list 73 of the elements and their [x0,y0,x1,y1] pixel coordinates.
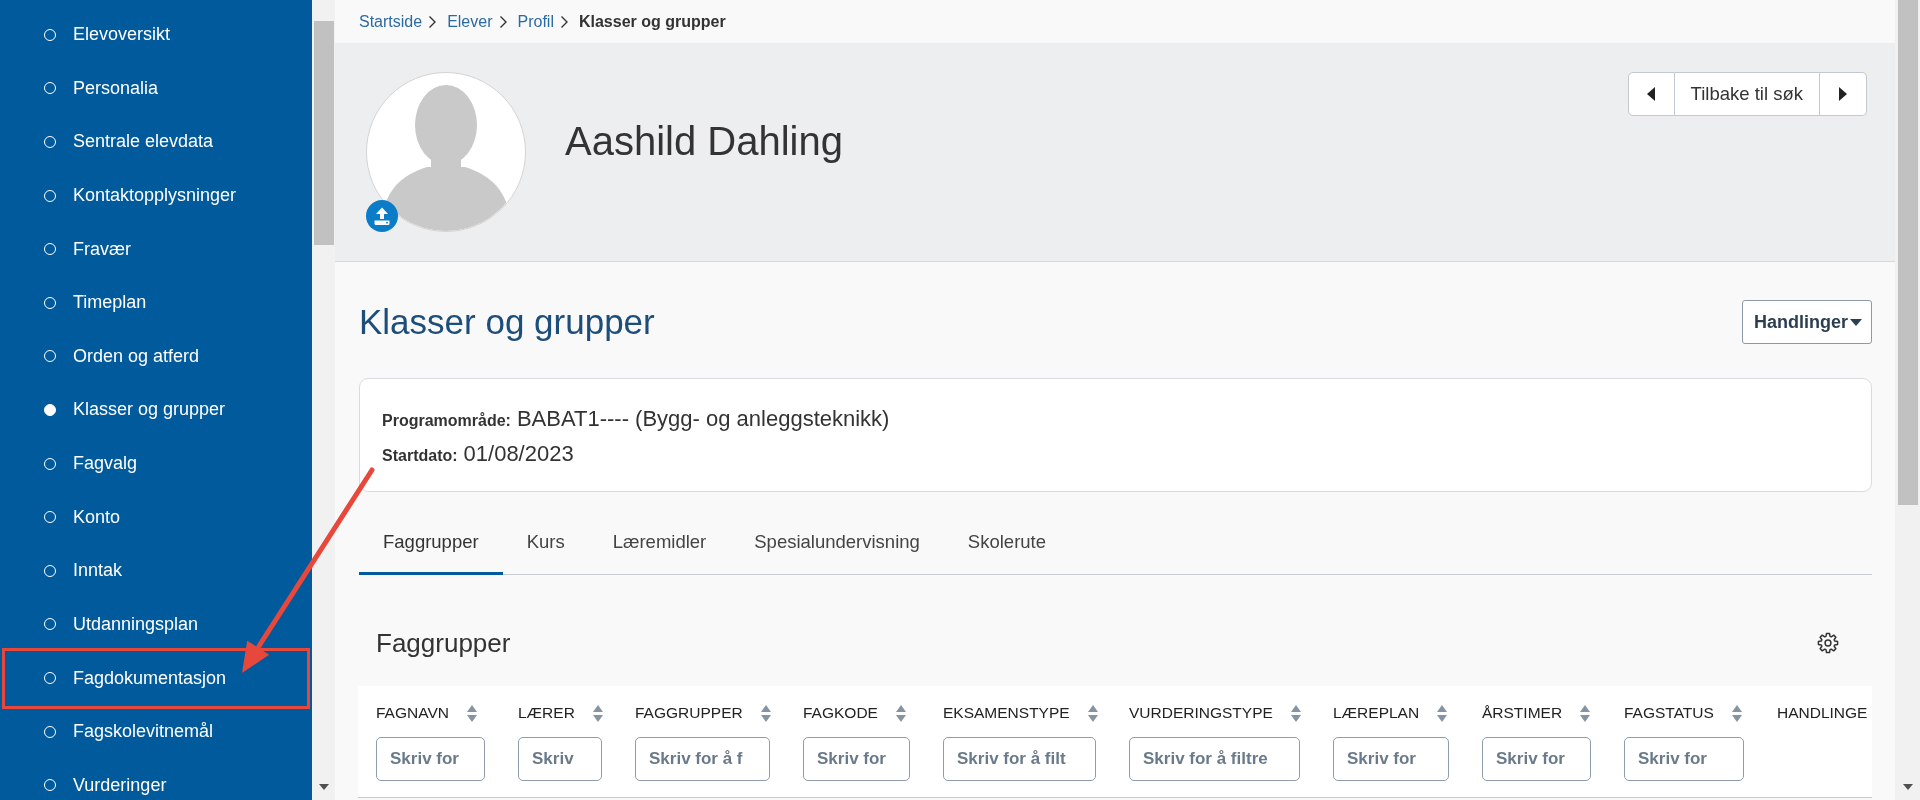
sidebar-item[interactable]: Klasser og grupper [0,383,312,437]
tab[interactable]: Kurs [502,510,589,575]
sort-icon[interactable] [1580,704,1591,722]
tab[interactable]: Faggrupper [359,510,503,575]
column-header: FAGSTATUS [1624,704,1714,722]
sort-icon[interactable] [1290,704,1301,722]
sort-icon[interactable] [760,704,771,722]
sort-icon[interactable] [1437,704,1448,722]
sort-icon[interactable] [1087,704,1098,722]
sidebar-item[interactable]: Kontaktopplysninger [0,168,312,223]
section-title: Faggrupper [376,627,511,659]
info-value: BABAT1---- (Bygg- og anleggsteknikk) [516,405,890,433]
student-name: Aashild Dahling [565,118,843,165]
sidebar-item[interactable]: Inntak [0,543,312,598]
caret-left-icon [1647,87,1656,101]
sidebar-item[interactable]: Sentrale elevdata [0,115,312,169]
tab[interactable]: Læremidler [588,510,731,575]
caret-right-icon [1839,87,1847,101]
scroll-down-icon[interactable] [318,784,329,790]
column-header: FAGGRUPPER [635,704,743,722]
tab[interactable]: Skolerute [943,510,1070,575]
actions-button[interactable]: Handlinger [1742,300,1872,344]
breadcrumb-link[interactable]: Startside [359,12,423,31]
filter-field[interactable]: Skriv for [376,737,485,781]
filter-field[interactable]: Skriv for [1482,737,1591,781]
settings-icon[interactable] [1817,632,1839,654]
sidebar-item[interactable]: Fagvalg [0,436,312,491]
page-title: Klasser og grupper [359,301,655,343]
scroll-down-icon[interactable] [1902,784,1913,790]
sort-icon[interactable] [592,704,603,722]
column-header: HANDLINGE [1777,704,1868,722]
sidebar-item[interactable]: Fravær [0,222,312,276]
filter-field[interactable]: Skriv for å filt [943,737,1096,781]
info-value: 01/08/2023 [463,440,574,468]
column-header: FAGKODE [803,704,878,722]
breadcrumb-link[interactable]: Profil [517,12,554,31]
sort-icon[interactable] [1731,704,1742,722]
sidebar-item[interactable]: Konto [0,490,312,544]
sidebar-item[interactable]: Fagdokumentasjon [2,648,310,709]
column-header: ÅRSTIMER [1482,704,1563,722]
previous-button[interactable] [1627,72,1675,116]
next-button[interactable] [1820,72,1867,116]
info-label: Programområde: [382,411,511,431]
scrollbar-thumb[interactable] [313,21,334,245]
filter-field[interactable]: Skriv [518,737,602,781]
sort-icon[interactable] [466,704,477,722]
column-header: LÆRER [518,704,575,722]
column-header: EKSAMENSTYPE [943,704,1070,722]
column-header: LÆREPLAN [1333,704,1420,722]
sidebar-item[interactable]: Personalia [0,61,312,116]
scrollbar-thumb[interactable] [1897,0,1918,505]
sort-icon[interactable] [895,704,906,722]
sidebar-item[interactable]: Elevoversikt [0,8,312,62]
chevron-right-icon [559,14,569,29]
breadcrumb-current: Klasser og grupper [578,12,726,31]
info-label: Startdato: [382,446,458,466]
tab[interactable]: Spesialundervisning [730,510,944,575]
column-header: VURDERINGSTYPE [1129,704,1273,722]
chevron-right-icon [428,14,438,29]
sidebar-item[interactable]: Orden og atferd [0,329,312,384]
sidebar-item[interactable]: Timeplan [0,275,312,330]
filter-field[interactable]: Skriv for å filtre [1129,737,1300,781]
filter-field[interactable]: Skriv for [803,737,910,781]
breadcrumb-link[interactable]: Elever [447,12,493,31]
back-to-search-button[interactable]: Tilbake til søk [1674,72,1820,116]
filter-field[interactable]: Skriv for [1624,737,1744,781]
filter-field[interactable]: Skriv for [1333,737,1449,781]
caret-down-icon [1850,318,1862,326]
column-header: FAGNAVN [376,704,449,722]
chevron-right-icon [498,14,508,29]
sidebar-item[interactable]: Vurderinger [0,758,312,800]
filter-field[interactable]: Skriv for å f [635,737,770,781]
upload-icon[interactable] [366,200,398,232]
